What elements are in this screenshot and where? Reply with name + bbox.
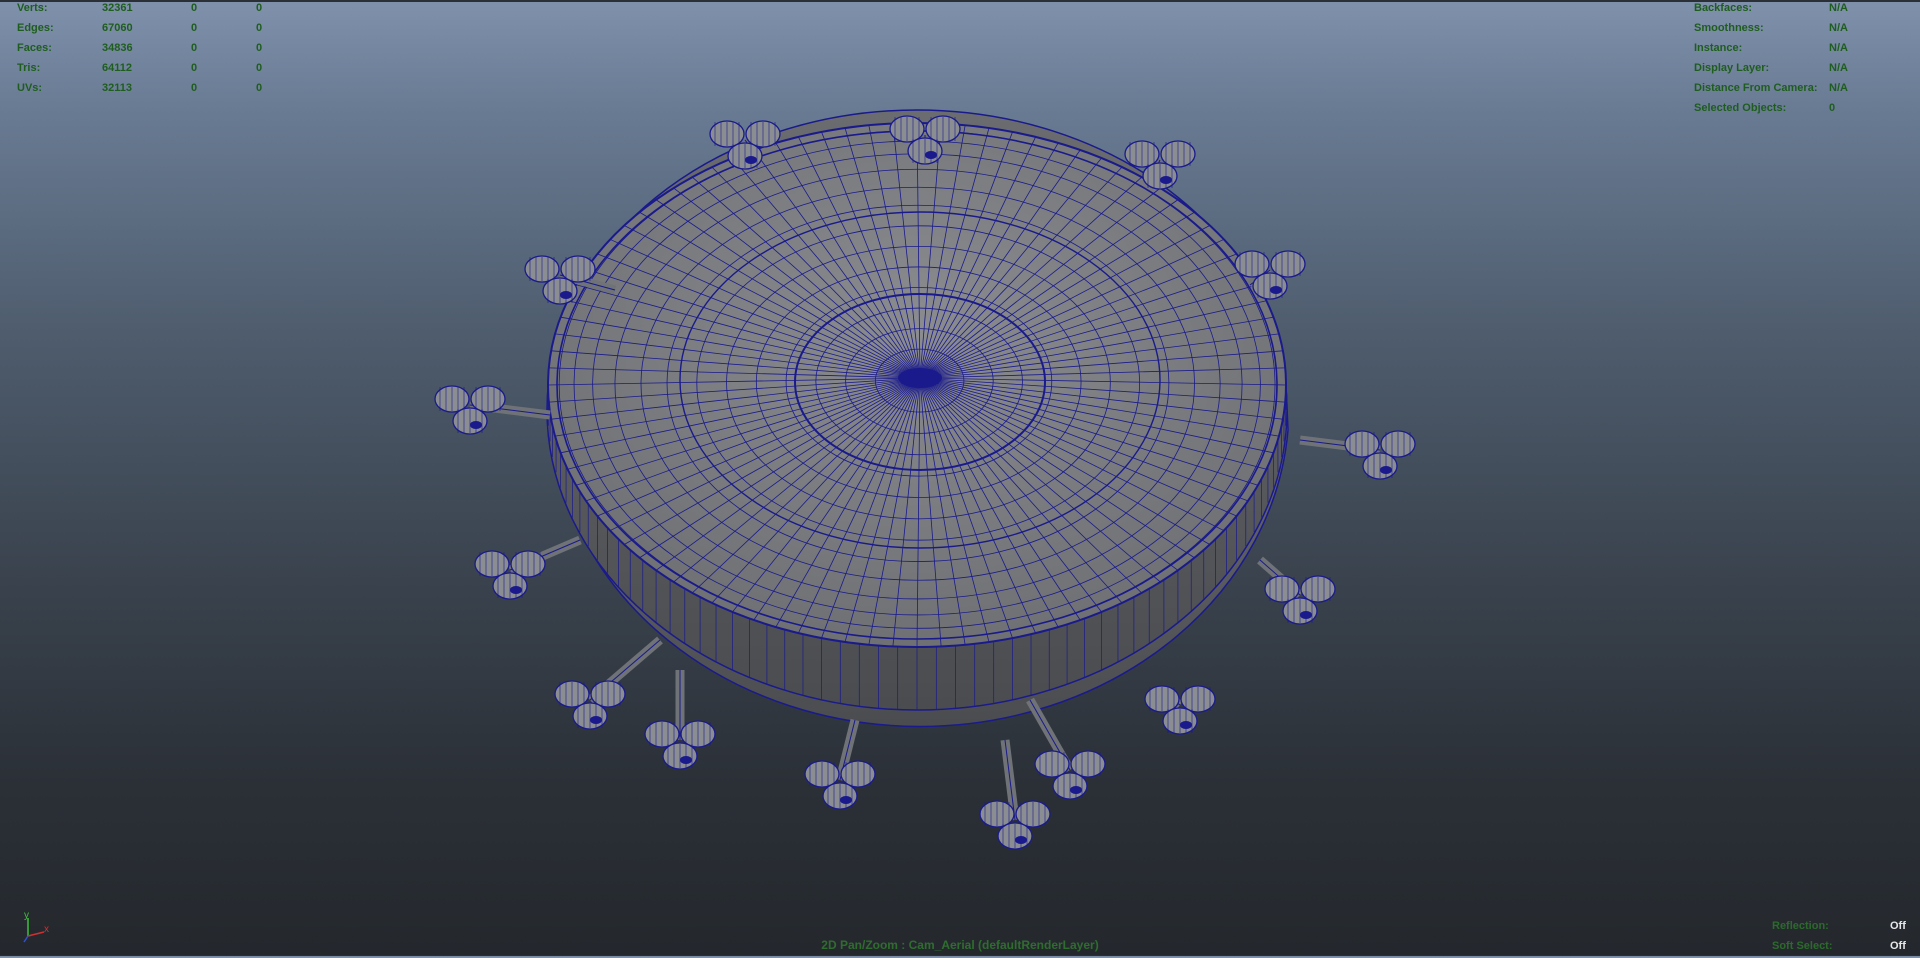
- object-details-hud: Backfaces: N/A Smoothness: N/A Instance:…: [1694, 0, 1914, 120]
- pod-arm: [434, 385, 551, 435]
- poly-count-hud: Verts: 32361 0 0 Edges: 67060 0 0 Faces:…: [17, 0, 277, 100]
- hud-row-edges: Edges: 67060 0 0: [17, 22, 263, 34]
- hud-row-smoothness: Smoothness: N/A: [1694, 22, 1848, 34]
- hud-row-faces: Faces: 34836 0 0: [17, 42, 263, 54]
- pod-arm: [1026, 697, 1106, 800]
- pod-arm: [1144, 685, 1216, 735]
- pod-arm: [554, 636, 663, 730]
- pod-arm: [1299, 430, 1416, 480]
- pod-arm: [474, 535, 582, 600]
- hud-row-selected: Selected Objects: 0: [1694, 102, 1836, 114]
- hud-row-instance: Instance: N/A: [1694, 42, 1848, 54]
- hud-row-distance: Distance From Camera: N/A: [1694, 82, 1848, 94]
- hud-row-display-layer: Display Layer: N/A: [1694, 62, 1848, 74]
- viewport-3d-scene[interactable]: [0, 0, 1920, 956]
- hud-row-uvs: UVs: 32113 0 0: [17, 82, 263, 94]
- view-axis-icon: y x: [23, 910, 49, 943]
- camera-name-label: 2D Pan/Zoom : Cam_Aerial (defaultRenderL…: [821, 938, 1099, 952]
- disc-top: [547, 122, 1287, 648]
- hud-row-tris: Tris: 64112 0 0: [17, 62, 263, 74]
- hud-row-verts: Verts: 32361 0 0: [17, 2, 263, 14]
- pod-arm: [1257, 556, 1336, 625]
- pod-arm: [804, 718, 876, 810]
- svg-text:x: x: [44, 924, 49, 935]
- hud-row-reflection: Reflection: Off: [1772, 920, 1906, 932]
- hud-row-backfaces: Backfaces: N/A: [1694, 2, 1848, 14]
- pod-arm: [644, 670, 716, 770]
- svg-text:y: y: [24, 910, 29, 921]
